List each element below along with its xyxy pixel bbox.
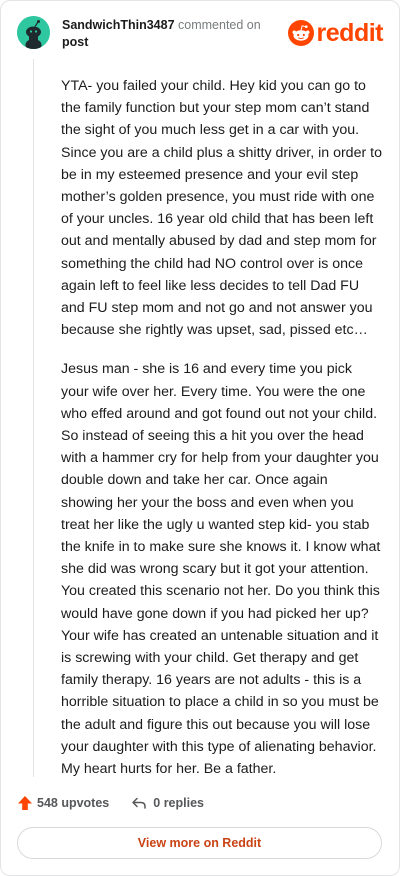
- upvote-arrow-icon: [18, 796, 32, 810]
- comment-paragraph: YTA- you failed your child. Hey kid you …: [61, 78, 382, 339]
- comment-author[interactable]: SandwichThin3487: [62, 18, 175, 32]
- reply-count: 0 replies: [153, 796, 204, 810]
- upvote-button[interactable]: 548 upvotes: [17, 795, 109, 811]
- embedded-comment-card: SandwichThin3487 commented on post reddi…: [0, 0, 400, 876]
- post-link[interactable]: post: [62, 34, 282, 51]
- thread-line: [33, 59, 34, 777]
- reddit-snoo-icon: [287, 20, 314, 46]
- view-more-on-reddit-button[interactable]: View more on Reddit: [17, 827, 382, 859]
- comment-meta: SandwichThin3487 commented on post: [62, 17, 282, 51]
- snoo-avatar-icon: [17, 16, 50, 49]
- replies-button[interactable]: 0 replies: [131, 795, 204, 811]
- reddit-logo[interactable]: reddit: [287, 19, 384, 47]
- comment-footer: 548 upvotes 0 replies: [17, 793, 204, 813]
- comment-header: SandwichThin3487 commented on post reddi…: [1, 1, 399, 61]
- reply-arrow-icon: [132, 797, 147, 809]
- upvote-count: 548 upvotes: [37, 796, 110, 810]
- user-avatar[interactable]: [17, 16, 50, 49]
- comment-paragraph: Jesus man - she is 16 and every time you…: [61, 361, 381, 778]
- comment-body: YTA- you failed your child. Hey kid you …: [61, 75, 382, 797]
- commented-on-label: commented on: [178, 18, 261, 32]
- reddit-wordmark: reddit: [316, 19, 384, 47]
